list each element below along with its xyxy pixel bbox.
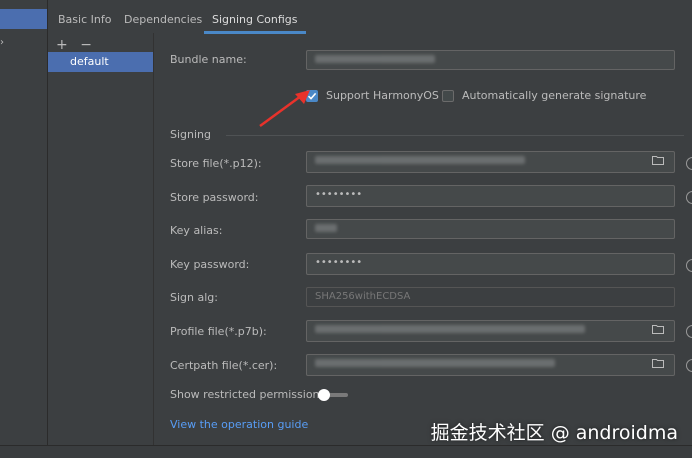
key-password-label: Key password: bbox=[170, 258, 250, 271]
tab-bar: Basic Info Dependencies Signing Configs bbox=[48, 8, 692, 34]
signing-form: Bundle name: Support HarmonyOS Automatic… bbox=[154, 33, 692, 446]
redacted-value bbox=[315, 359, 555, 367]
config-list-toolbar: + − bbox=[56, 37, 100, 53]
tab-signing-configs[interactable]: Signing Configs bbox=[204, 8, 306, 34]
redacted-value bbox=[315, 224, 337, 232]
left-nav-selected-item[interactable] bbox=[0, 9, 47, 29]
store-file-field[interactable] bbox=[306, 151, 675, 173]
signing-section-header: Signing bbox=[170, 128, 684, 141]
key-alias-label: Key alias: bbox=[170, 224, 223, 237]
support-harmonyos-label: Support HarmonyOS bbox=[326, 89, 439, 102]
folder-icon[interactable] bbox=[652, 324, 664, 334]
auto-signature-checkbox[interactable] bbox=[442, 90, 454, 102]
redacted-value bbox=[315, 55, 435, 63]
check-icon bbox=[307, 92, 317, 100]
help-icon[interactable] bbox=[686, 157, 692, 170]
show-restricted-toggle[interactable] bbox=[318, 389, 348, 401]
key-password-field[interactable]: •••••••• bbox=[306, 253, 675, 275]
chevron-right-icon: › bbox=[0, 37, 4, 48]
operation-guide-link[interactable]: View the operation guide bbox=[170, 418, 308, 431]
add-config-button[interactable]: + bbox=[56, 37, 68, 53]
sign-alg-label: Sign alg: bbox=[170, 291, 218, 304]
config-item-default[interactable]: default bbox=[48, 52, 153, 72]
toggle-knob bbox=[318, 389, 330, 401]
store-password-field[interactable]: •••••••• bbox=[306, 185, 675, 207]
help-icon[interactable] bbox=[686, 359, 692, 372]
store-file-label: Store file(*.p12): bbox=[170, 157, 262, 170]
auto-signature-label: Automatically generate signature bbox=[462, 89, 647, 102]
sign-alg-field: SHA256withECDSA bbox=[306, 287, 675, 307]
bundle-name-label: Bundle name: bbox=[170, 53, 247, 66]
tab-basic-info[interactable]: Basic Info bbox=[58, 8, 111, 32]
bottom-bar bbox=[0, 445, 692, 458]
redacted-value bbox=[315, 325, 585, 333]
remove-config-button[interactable]: − bbox=[80, 37, 92, 53]
certpath-file-field[interactable] bbox=[306, 354, 675, 376]
redacted-value bbox=[315, 156, 525, 164]
section-divider bbox=[226, 135, 684, 136]
help-icon[interactable] bbox=[686, 191, 692, 204]
bundle-name-field[interactable] bbox=[306, 50, 675, 70]
folder-icon[interactable] bbox=[652, 155, 664, 165]
support-harmonyos-checkbox[interactable] bbox=[306, 90, 318, 102]
help-icon[interactable] bbox=[686, 325, 692, 338]
left-nav-strip: › bbox=[0, 0, 48, 446]
help-icon[interactable] bbox=[686, 259, 692, 272]
profile-file-label: Profile file(*.p7b): bbox=[170, 325, 267, 338]
certpath-file-label: Certpath file(*.cer): bbox=[170, 359, 278, 372]
store-password-label: Store password: bbox=[170, 191, 259, 204]
signing-config-list: + − default bbox=[48, 33, 154, 446]
section-title: Signing bbox=[170, 128, 212, 141]
watermark: 掘金技术社区 @ androidma bbox=[430, 422, 678, 444]
profile-file-field[interactable] bbox=[306, 320, 675, 342]
folder-icon[interactable] bbox=[652, 358, 664, 368]
key-alias-field[interactable] bbox=[306, 219, 675, 239]
show-restricted-label: Show restricted permissions bbox=[170, 388, 326, 401]
tab-dependencies[interactable]: Dependencies bbox=[124, 8, 202, 32]
